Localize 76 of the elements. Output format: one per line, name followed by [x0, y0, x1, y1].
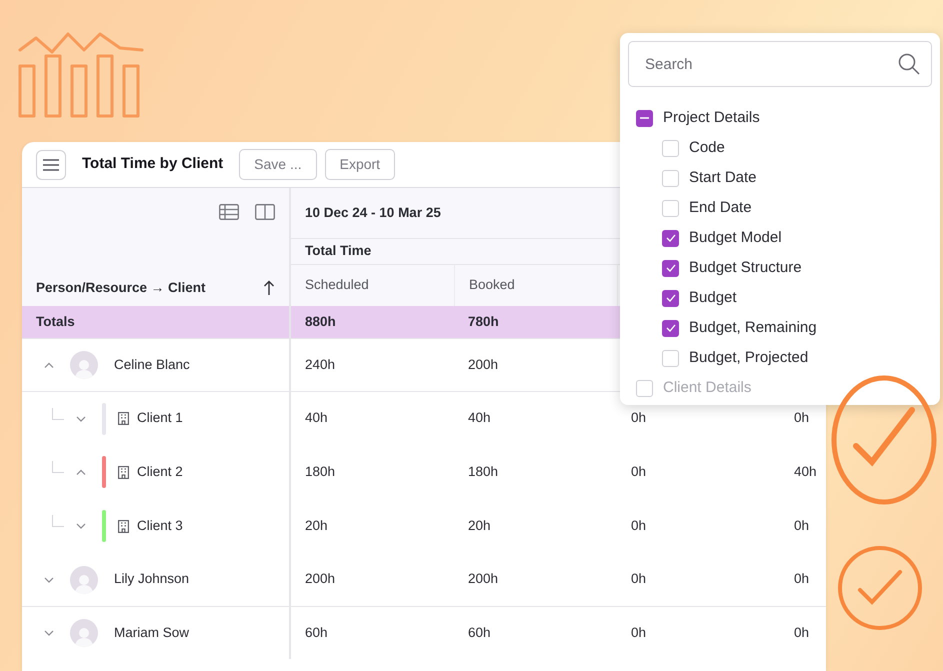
table-view-icon[interactable]: [219, 204, 239, 220]
table-cell: 240h: [291, 338, 454, 391]
collapse-caret-icon[interactable]: [76, 469, 86, 475]
expand-caret-icon[interactable]: [44, 576, 54, 582]
totals-label: Totals: [22, 306, 291, 338]
person-name: Mariam Sow: [114, 624, 190, 642]
expand-caret-icon[interactable]: [44, 630, 54, 636]
checkbox[interactable]: [662, 290, 679, 306]
toolbar-button[interactable]: Save ...: [239, 149, 317, 180]
table-cell-text: 20h: [467, 516, 492, 535]
table-cell-text: 0h: [793, 570, 810, 588]
table-cell-text: 0h: [793, 516, 810, 535]
check-icon: [666, 264, 676, 272]
table-cell-text: 180h: [467, 462, 500, 481]
report-title: Total Time by Client: [82, 154, 224, 174]
table-cell: 880h: [291, 306, 454, 338]
client-name: Client 3: [137, 516, 183, 535]
tree-line: [52, 408, 64, 420]
table-cell-text: 0h: [630, 516, 648, 535]
table-cell-text: 200h: [304, 570, 336, 588]
tree-line: [52, 515, 64, 527]
client-name: Client 2: [137, 462, 183, 481]
menu-button[interactable]: [36, 150, 66, 180]
table-cell-text: 0h: [630, 570, 648, 588]
client-name: Client 1: [137, 409, 183, 428]
expand-caret-icon[interactable]: [76, 416, 86, 422]
avatar: [70, 566, 98, 594]
person-name: Lily Johnson: [114, 570, 190, 588]
column-header: Booked: [454, 264, 617, 306]
building-icon: [118, 466, 129, 478]
split-view-icon[interactable]: [255, 204, 275, 220]
checkbox[interactable]: [636, 110, 653, 126]
option-label[interactable]: End Date: [689, 196, 752, 220]
checkbox[interactable]: [662, 260, 679, 276]
column-header: Scheduled: [291, 264, 454, 306]
table-cell-text: 20h: [304, 516, 329, 535]
table-cell: 780h: [454, 306, 617, 338]
sort-arrow-icon[interactable]: [263, 280, 275, 296]
tree-line: [52, 461, 64, 473]
table-cell: 0h: [617, 606, 780, 659]
minus-icon: [640, 117, 649, 119]
table-cell-text: 200h: [467, 570, 500, 588]
check-icon: [666, 324, 676, 332]
building-icon: [118, 520, 129, 532]
search-icon[interactable]: [898, 53, 920, 75]
check-icon: [666, 234, 676, 242]
search-field[interactable]: Search: [628, 41, 932, 87]
option-label[interactable]: Budget Structure: [689, 256, 802, 280]
table-cell: 40h: [291, 391, 454, 445]
menu-icon[interactable]: [43, 158, 59, 170]
building-icon: [118, 412, 129, 425]
checkbox[interactable]: [662, 320, 679, 336]
avatar: [70, 351, 98, 379]
avatar: [70, 619, 98, 647]
option-label[interactable]: Project Details: [663, 106, 760, 130]
option-label[interactable]: Budget, Remaining: [689, 316, 817, 340]
toolbar-button[interactable]: Export: [324, 149, 396, 180]
table-cell: 60h: [454, 606, 617, 659]
table-cell-text: 40h: [793, 462, 818, 481]
person-name: Celine Blanc: [114, 356, 190, 374]
expand-caret-icon[interactable]: [76, 523, 86, 529]
check-icon: [666, 294, 676, 302]
option-label[interactable]: Budget Model: [689, 226, 782, 250]
option-label[interactable]: Start Date: [689, 166, 757, 190]
collapse-caret-icon[interactable]: [44, 362, 54, 368]
checkbox[interactable]: [662, 230, 679, 246]
table-cell-text: 180h: [304, 462, 336, 481]
table-cell-text: 0h: [630, 462, 648, 481]
table-cell: 200h: [454, 338, 617, 391]
table-cell: 40h: [454, 391, 617, 445]
option-label[interactable]: Code: [689, 136, 725, 160]
option-label[interactable]: Budget: [689, 286, 737, 310]
column-header: Person/Resource → Client: [36, 278, 206, 297]
table-cell: 60h: [291, 606, 454, 659]
table-cell: 0h: [780, 606, 826, 659]
option-label[interactable]: Budget, Projected: [689, 346, 808, 370]
